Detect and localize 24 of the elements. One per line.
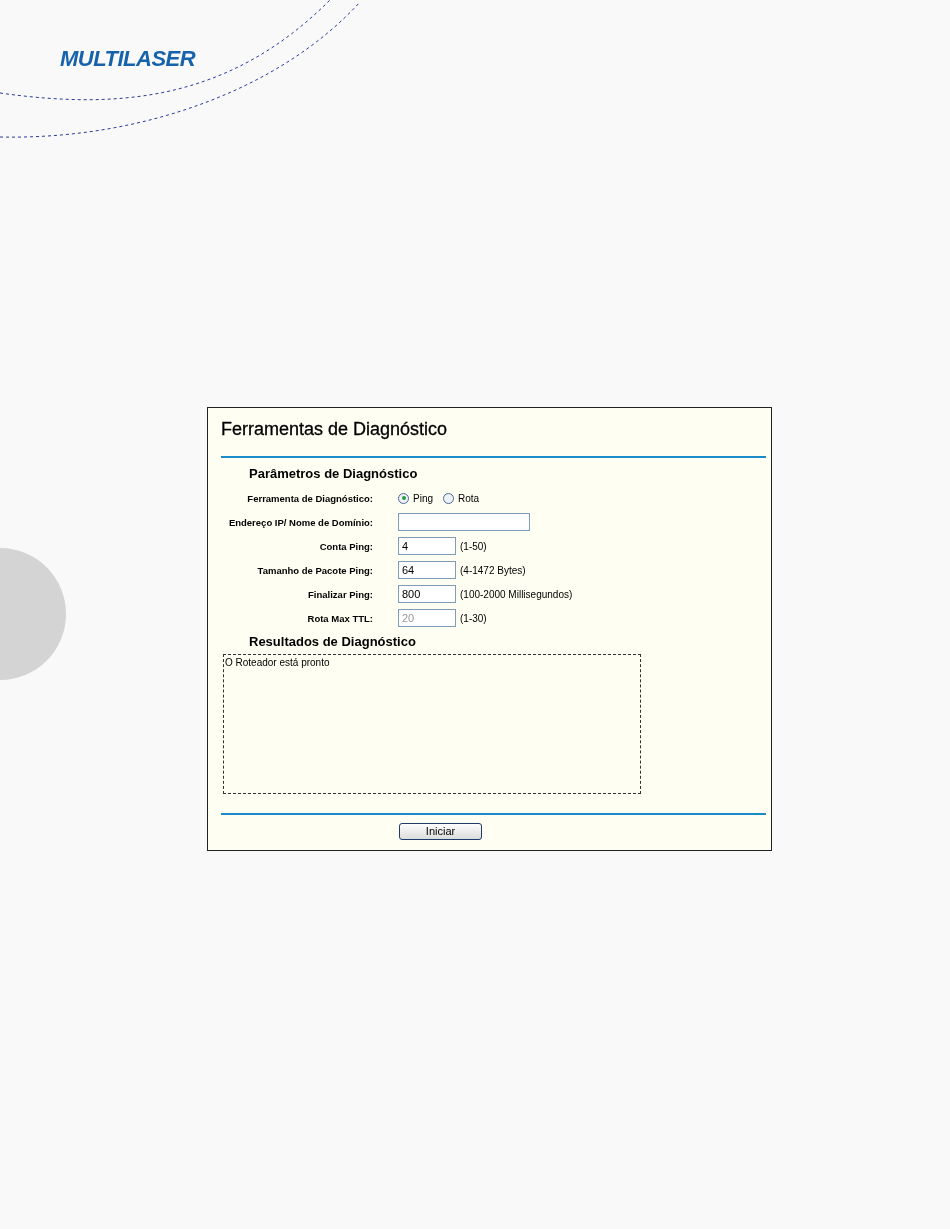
brand-logo: MULTILASER xyxy=(60,46,196,71)
radio-label: Ping xyxy=(413,492,433,504)
page-title: Ferramentas de Diagnóstico xyxy=(221,418,449,441)
input-field[interactable]: 4 xyxy=(398,537,456,555)
input-field[interactable]: 64 xyxy=(398,561,456,579)
range-hint: (4-1472 Bytes) xyxy=(460,564,526,576)
range-hint: (1-50) xyxy=(460,540,487,552)
field-label: Ferramenta de Diagnóstico: xyxy=(246,492,373,504)
section-heading: Parâmetros de Diagnóstico xyxy=(249,466,419,481)
radio-button[interactable] xyxy=(443,492,454,504)
field-label: Rota Max TTL: xyxy=(306,612,373,624)
field-label: Tamanho de Pacote Ping: xyxy=(256,564,373,576)
range-hint: (1-30) xyxy=(460,612,487,624)
field-label: Conta Ping: xyxy=(318,540,373,552)
field-label: Endereço IP/ Nome de Domínio: xyxy=(227,516,373,528)
field-label: Finalizar Ping: xyxy=(307,588,373,600)
input-field[interactable] xyxy=(398,513,530,531)
radio-label: Rota xyxy=(458,492,480,504)
start-button[interactable]: Iniciar xyxy=(399,822,482,840)
range-hint: (100-2000 Millisegundos) xyxy=(460,588,573,600)
radio-button[interactable] xyxy=(398,492,409,504)
input-field[interactable]: 800 xyxy=(398,585,456,603)
results-text: O Roteador está pronto xyxy=(225,657,330,668)
section-heading: Resultados de Diagnóstico xyxy=(249,634,417,649)
